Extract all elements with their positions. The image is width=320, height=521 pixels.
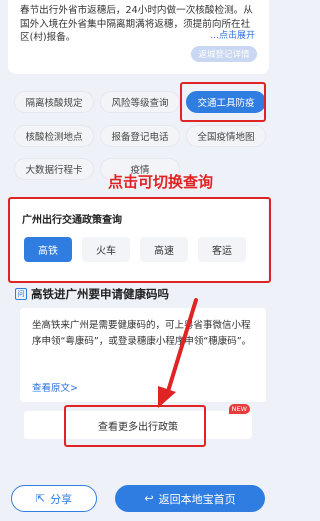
tag-transport-epidemic[interactable]: 交通工具防疫 bbox=[186, 91, 266, 113]
view-original-link[interactable]: 查看原文> bbox=[32, 380, 78, 394]
tag-quarantine-rules[interactable]: 隔离核酸规定 bbox=[14, 91, 94, 113]
more-policy-label: 查看更多出行政策 bbox=[98, 421, 178, 433]
tab-train[interactable]: 火车 bbox=[82, 237, 130, 262]
return-register-button[interactable]: 返城登记详情 bbox=[191, 46, 257, 62]
info-card: 坐高铁来广州是需要健康码的，可上粤省事微信小程序申领“粤康码”，或登录穗康小程序… bbox=[20, 308, 266, 402]
tab-high-speed-rail[interactable]: 高铁 bbox=[24, 237, 72, 262]
expand-link[interactable]: …点击展开 bbox=[210, 28, 255, 41]
tag-report-phone[interactable]: 报备登记电话 bbox=[100, 125, 180, 147]
home-button[interactable]: ↩ 返回本地宝首页 bbox=[115, 485, 265, 512]
back-icon: ↩ bbox=[144, 492, 154, 505]
question-icon: 问 bbox=[15, 288, 27, 300]
page: 春节出行外省市返穗后，24小时内做一次核酸检测。从国外入境在外省集中隔离期满将返… bbox=[0, 0, 277, 521]
mode-tabs: 高铁 火车 高速 客运 bbox=[24, 237, 246, 262]
policy-title: 广州出行交通政策查询 bbox=[22, 215, 122, 226]
info-body: 坐高铁来广州是需要健康码的，可上粤省事微信小程序申领“粤康码”，或登录穗康小程序… bbox=[32, 320, 252, 347]
transport-policy-card: 广州出行交通政策查询 高铁 火车 高速 客运 bbox=[10, 199, 268, 281]
annotation-text: 点击可切换查询 bbox=[108, 173, 214, 191]
tab-coach[interactable]: 客运 bbox=[198, 237, 246, 262]
notice-card: 春节出行外省市返穗后，24小时内做一次核酸检测。从国外入境在外省集中隔离期满将返… bbox=[8, 0, 269, 74]
tag-test-sites[interactable]: 核酸检测地点 bbox=[14, 125, 94, 147]
info-title: 高铁进广州要申请健康码吗 bbox=[31, 287, 169, 301]
more-policy-button[interactable]: 查看更多出行政策 NEW bbox=[24, 404, 252, 439]
share-button[interactable]: ⇱ 分享 bbox=[11, 485, 97, 512]
tag-row-2: 核酸检测地点 报备登记电话 全国疫情地图 bbox=[14, 125, 266, 147]
tag-row-1: 隔离核酸规定 风险等级查询 交通工具防疫 bbox=[14, 91, 266, 113]
tag-itinerary-card[interactable]: 大数据行程卡 bbox=[14, 158, 94, 180]
tag-epidemic-map[interactable]: 全国疫情地图 bbox=[186, 125, 266, 147]
home-label: 返回本地宝首页 bbox=[158, 492, 236, 506]
share-label: 分享 bbox=[50, 492, 73, 506]
share-icon: ⇱ bbox=[35, 492, 46, 505]
new-badge: NEW bbox=[228, 404, 250, 414]
tag-risk-level[interactable]: 风险等级查询 bbox=[100, 91, 180, 113]
tab-highway[interactable]: 高速 bbox=[140, 237, 188, 262]
